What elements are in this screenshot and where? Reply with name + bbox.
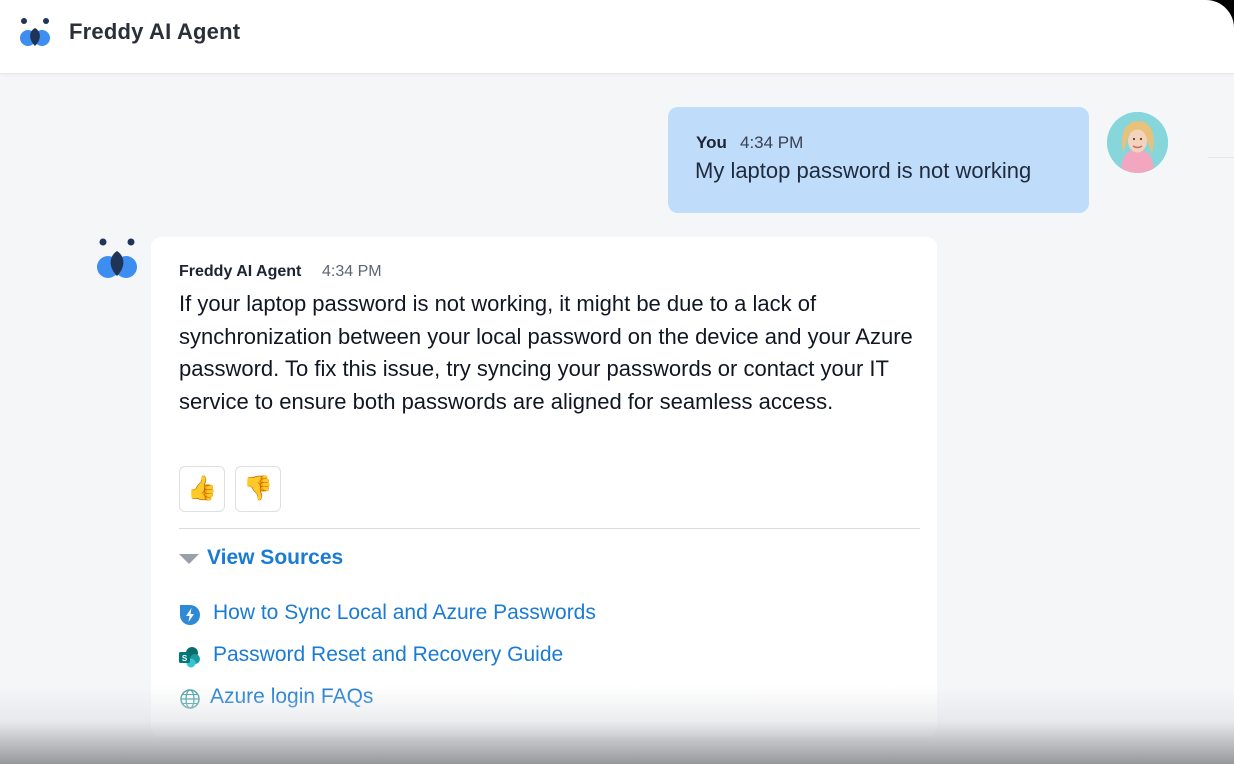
bot-sender-name: Freddy AI Agent — [179, 263, 302, 280]
bot-message-time: 4:34 PM — [322, 263, 382, 280]
user-avatar[interactable] — [1107, 112, 1168, 173]
app-title: Freddy AI Agent — [69, 19, 241, 44]
user-avatar-image — [1107, 112, 1168, 173]
freddy-logo-icon — [20, 18, 50, 46]
globe-icon — [180, 689, 200, 709]
source-link-label: Password Reset and Recovery Guide — [213, 643, 564, 666]
bot-message-text: If your laptop password is not working, … — [179, 291, 913, 414]
window-corner — [1206, 0, 1234, 28]
freshservice-icon — [180, 605, 200, 625]
source-link-label: Azure login FAQs — [210, 685, 374, 708]
view-sources-label: View Sources — [207, 546, 344, 569]
app-header: Freddy AI Agent — [0, 0, 1234, 74]
thumbs-down-icon: 👎 — [243, 475, 273, 502]
sharepoint-icon: S — [179, 647, 200, 668]
user-message-time: 4:34 PM — [740, 133, 804, 152]
bot-message-card: Freddy AI Agent 4:34 PM If your laptop p… — [151, 237, 937, 737]
user-sender-name: You — [696, 133, 727, 152]
user-message-text: My laptop password is not working — [695, 158, 1032, 183]
thumbs-up-button[interactable]: 👍 — [179, 466, 225, 512]
divider — [1208, 157, 1234, 158]
divider — [179, 528, 920, 529]
freddy-avatar-icon — [97, 238, 137, 278]
thumbs-down-button[interactable]: 👎 — [235, 466, 281, 512]
user-message-bubble: You 4:34 PM My laptop password is not wo… — [668, 107, 1089, 213]
svg-text:S: S — [182, 654, 188, 663]
source-link-label: How to Sync Local and Azure Passwords — [213, 601, 596, 624]
caret-down-icon — [179, 554, 199, 564]
thumbs-up-icon: 👍 — [187, 475, 217, 502]
